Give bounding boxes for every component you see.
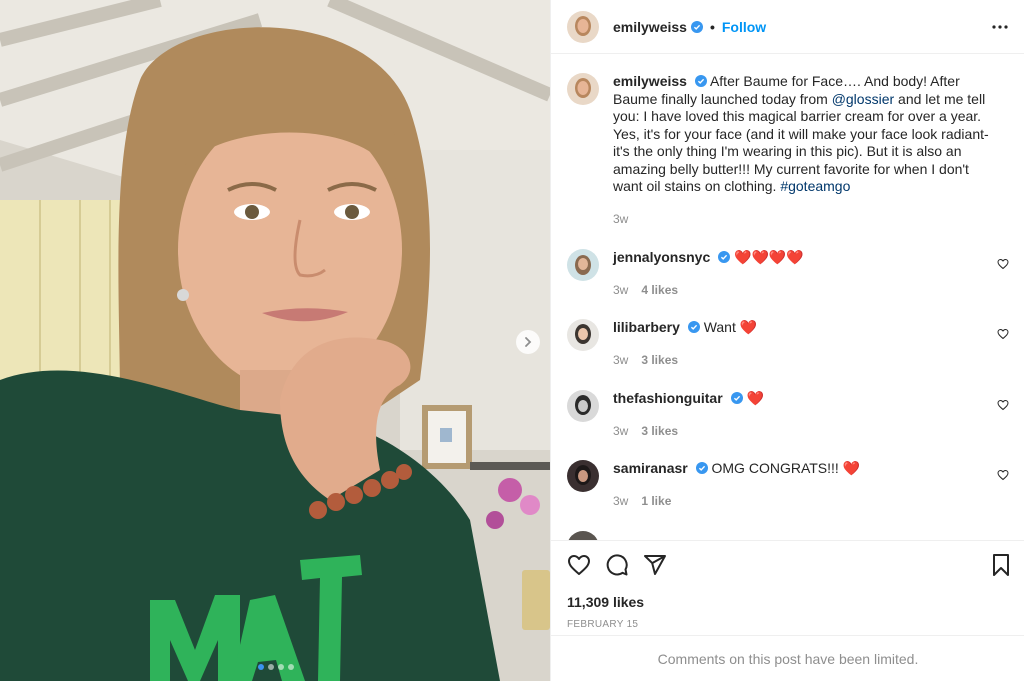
- comment-likes[interactable]: 3 likes: [641, 423, 678, 441]
- post-header: emilyweiss • Follow: [551, 0, 1024, 54]
- post-caption: emilyweiss After Baume for Face…. And bo…: [567, 73, 1009, 228]
- share-icon[interactable]: [643, 553, 667, 577]
- caption-username[interactable]: emilyweiss: [613, 73, 687, 89]
- comment-username[interactable]: jennalyonsnyc: [613, 249, 710, 265]
- like-comment-heart-icon[interactable]: [997, 399, 1009, 411]
- comment-username[interactable]: samiranasr: [613, 460, 688, 476]
- comment-text: ❤️: [746, 390, 764, 406]
- comment-likes[interactable]: 1 like: [641, 493, 671, 511]
- mention-link[interactable]: @glossier: [832, 91, 894, 107]
- comment-item: samiranasr OMG CONGRATS!!! ❤️ 3w 1 like: [567, 460, 1009, 510]
- carousel-indicator: [258, 664, 294, 670]
- more-options-icon[interactable]: [991, 19, 1009, 35]
- avatar[interactable]: [567, 249, 599, 281]
- verified-badge-icon: [690, 20, 703, 33]
- comment-item: thefashionguitar ❤️ 3w 3 likes: [567, 390, 1009, 440]
- comments-list[interactable]: emilyweiss After Baume for Face…. And bo…: [551, 55, 1024, 540]
- verified-badge-icon: [718, 251, 731, 263]
- action-buttons: [567, 553, 667, 577]
- like-comment-heart-icon[interactable]: [997, 469, 1009, 481]
- comment-age: 3w: [613, 423, 629, 438]
- comment-text: ❤️❤️❤️❤️: [734, 249, 804, 265]
- carousel-dot: [278, 664, 284, 670]
- avatar[interactable]: [567, 390, 599, 422]
- verified-badge-icon: [694, 75, 707, 87]
- chevron-right-icon: [525, 337, 532, 347]
- post-photo[interactable]: [0, 0, 550, 681]
- comment-text: OMG CONGRATS!!! ❤️: [711, 460, 861, 476]
- comment-username[interactable]: thefashionguitar: [613, 390, 723, 406]
- likes-count[interactable]: 11,309 likes: [567, 594, 644, 610]
- comment-age: 3w: [613, 352, 629, 367]
- like-comment-heart-icon[interactable]: [997, 328, 1009, 340]
- author-username[interactable]: emilyweiss: [613, 19, 687, 35]
- verified-badge-icon: [687, 321, 700, 333]
- carousel-dot: [258, 664, 264, 670]
- instagram-post-view: emilyweiss • Follow emilyweiss After Bau…: [0, 0, 1024, 681]
- avatar[interactable]: [567, 10, 599, 43]
- next-image-button[interactable]: [516, 330, 540, 354]
- follow-button[interactable]: Follow: [722, 19, 766, 35]
- avatar[interactable]: [567, 531, 599, 540]
- avatar[interactable]: [567, 73, 599, 105]
- caption-age: 3w: [613, 211, 629, 226]
- comment-icon[interactable]: [605, 553, 629, 577]
- selfie-image: [0, 0, 550, 681]
- comment-item-partial: [567, 531, 1009, 540]
- avatar[interactable]: [567, 319, 599, 351]
- hashtag-link[interactable]: #goteamgo: [780, 178, 850, 194]
- comment-likes[interactable]: 3 likes: [641, 352, 678, 370]
- verified-badge-icon: [695, 462, 708, 474]
- post-date: FEBRUARY 15: [567, 619, 639, 630]
- carousel-dot: [268, 664, 274, 670]
- heart-icon[interactable]: [567, 553, 591, 577]
- comment-item: lilibarbery Want ❤️ 3w 3 likes: [567, 319, 1009, 369]
- comment-username[interactable]: lilibarbery: [613, 319, 680, 335]
- comments-limited-notice: Comments on this post have been limited.: [551, 635, 1024, 681]
- verified-badge-icon: [730, 392, 743, 404]
- comment-age: 3w: [613, 282, 629, 297]
- comment-age: 3w: [613, 493, 629, 508]
- comment-text: Want ❤️: [703, 319, 758, 335]
- post-details-pane: emilyweiss • Follow emilyweiss After Bau…: [550, 0, 1024, 681]
- header-separator: •: [709, 18, 715, 35]
- comment-item: jennalyonsnyc ❤️❤️❤️❤️ 3w 4 likes: [567, 249, 1009, 299]
- bookmark-icon[interactable]: [989, 553, 1013, 577]
- carousel-dot: [288, 664, 294, 670]
- post-actions-section: 11,309 likes FEBRUARY 15 Comments on thi…: [551, 540, 1024, 681]
- avatar[interactable]: [567, 460, 599, 492]
- like-comment-heart-icon[interactable]: [997, 258, 1009, 270]
- comment-likes[interactable]: 4 likes: [641, 282, 678, 300]
